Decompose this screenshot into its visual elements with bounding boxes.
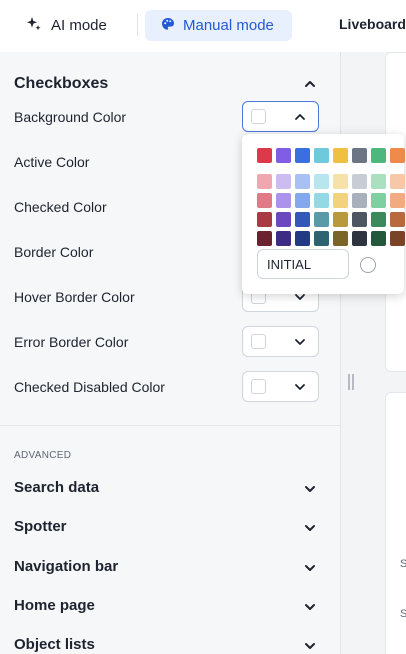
liveboard-label[interactable]: Liveboard [339, 16, 406, 32]
color-cell[interactable] [257, 148, 272, 163]
checked-disabled-color-label: Checked Disabled Color [14, 379, 165, 395]
section-title: Checkboxes [14, 75, 109, 92]
color-cell[interactable] [295, 212, 310, 227]
color-cell[interactable] [390, 193, 405, 208]
chevron-up-icon[interactable] [303, 78, 317, 90]
color-picker-popup [242, 134, 405, 294]
color-cell[interactable] [295, 193, 310, 208]
active-color-label: Active Color [14, 154, 90, 170]
color-cell[interactable] [352, 231, 367, 246]
chevron-down-icon[interactable] [303, 562, 317, 574]
color-cell[interactable] [371, 231, 386, 246]
palette-icon [161, 17, 175, 35]
color-cell[interactable] [371, 193, 386, 208]
color-cell[interactable] [314, 231, 329, 246]
color-cell[interactable] [390, 231, 405, 246]
manual-mode-label: Manual mode [183, 17, 274, 34]
color-cell[interactable] [333, 148, 348, 163]
section-divider [0, 425, 340, 426]
chevron-down-icon[interactable] [303, 522, 317, 534]
color-cell[interactable] [257, 193, 272, 208]
chevron-down-icon[interactable] [303, 601, 317, 613]
color-swatch [251, 334, 266, 349]
color-cell[interactable] [257, 212, 272, 227]
color-cell[interactable] [352, 148, 367, 163]
color-cell[interactable] [314, 148, 329, 163]
color-cell[interactable] [314, 174, 329, 189]
ai-mode-tab[interactable]: AI mode [26, 10, 107, 41]
checked-color-label: Checked Color [14, 199, 107, 215]
color-cell[interactable] [276, 193, 291, 208]
transparent-radio[interactable] [360, 257, 376, 273]
manual-mode-tab[interactable]: Manual mode [145, 10, 292, 41]
chevron-down-icon [295, 384, 305, 390]
color-swatch [251, 379, 266, 394]
color-cell[interactable] [295, 148, 310, 163]
color-cell[interactable] [352, 193, 367, 208]
group-search-data[interactable]: Search data [14, 479, 99, 496]
color-cell[interactable] [390, 148, 405, 163]
error-border-color-picker[interactable] [242, 326, 319, 357]
color-cell[interactable] [371, 174, 386, 189]
color-cell[interactable] [390, 212, 405, 227]
hover-border-color-label: Hover Border Color [14, 289, 135, 305]
color-cell[interactable] [276, 174, 291, 189]
mode-bar: AI mode Manual mode Liveboard [0, 0, 406, 52]
resize-handle-icon[interactable] [347, 373, 355, 391]
group-object-lists[interactable]: Object lists [14, 636, 95, 653]
color-cell[interactable] [276, 148, 291, 163]
error-border-color-label: Error Border Color [14, 334, 129, 350]
mode-separator [137, 14, 138, 36]
border-color-label: Border Color [14, 244, 94, 260]
advanced-heading: ADVANCED [14, 450, 72, 461]
color-cell[interactable] [333, 212, 348, 227]
color-cell[interactable] [257, 231, 272, 246]
chevron-up-icon [295, 114, 305, 120]
color-cell[interactable] [314, 193, 329, 208]
chevron-down-icon[interactable] [303, 483, 317, 495]
color-cell[interactable] [314, 212, 329, 227]
color-cell[interactable] [295, 231, 310, 246]
preview-text: S [400, 558, 406, 570]
preview-text: S [400, 608, 406, 620]
hex-color-input[interactable] [257, 249, 349, 279]
color-cell[interactable] [295, 174, 310, 189]
color-cell[interactable] [333, 174, 348, 189]
color-cell[interactable] [257, 174, 272, 189]
chevron-down-icon[interactable] [303, 640, 317, 652]
color-cell[interactable] [276, 212, 291, 227]
background-color-picker[interactable] [242, 101, 319, 132]
color-cell[interactable] [371, 148, 386, 163]
color-cell[interactable] [352, 174, 367, 189]
color-cell[interactable] [390, 174, 405, 189]
color-cell[interactable] [352, 212, 367, 227]
color-cell[interactable] [333, 193, 348, 208]
color-cell[interactable] [276, 231, 291, 246]
color-swatch [251, 109, 266, 124]
chevron-down-icon [295, 339, 305, 345]
group-spotter[interactable]: Spotter [14, 518, 67, 535]
sparkle-icon [26, 16, 42, 36]
ai-mode-label: AI mode [51, 17, 107, 34]
group-navigation-bar[interactable]: Navigation bar [14, 558, 118, 575]
group-home-page[interactable]: Home page [14, 597, 95, 614]
color-cell[interactable] [371, 212, 386, 227]
checked-disabled-color-picker[interactable] [242, 371, 319, 402]
color-cell[interactable] [333, 231, 348, 246]
background-color-label: Background Color [14, 109, 127, 125]
